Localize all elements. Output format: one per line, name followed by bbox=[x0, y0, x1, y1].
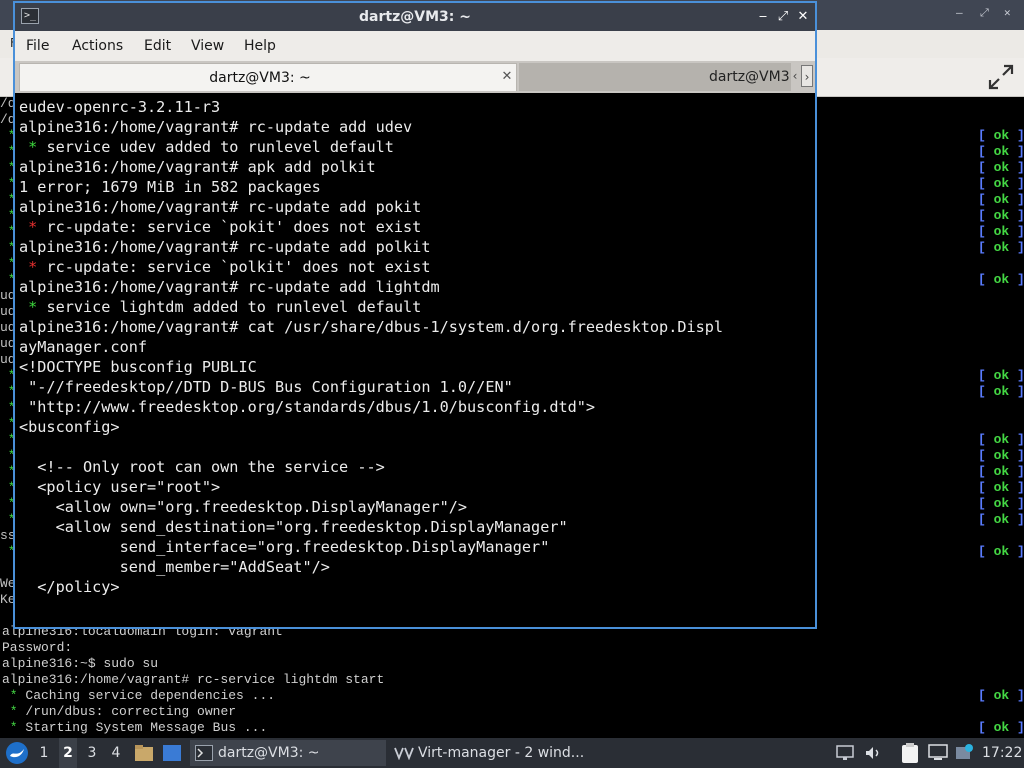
volume-icon[interactable] bbox=[864, 744, 882, 762]
workspace-3[interactable]: 3 bbox=[83, 738, 101, 768]
tab-label: dartz@VM3: ~ bbox=[209, 70, 311, 86]
terminal-line: alpine316:/home/vagrant# apk add polkit bbox=[19, 158, 376, 176]
console-minimize-button[interactable]: ‒ bbox=[956, 6, 963, 19]
menu-actions[interactable]: Actions bbox=[69, 31, 126, 61]
maximize-button[interactable]: ⤢ bbox=[773, 3, 793, 31]
task-virt-manager[interactable]: Virt-manager - 2 wind... bbox=[392, 740, 592, 766]
terminal-line: ayManager.conf bbox=[19, 338, 148, 356]
menu-edit[interactable]: Edit bbox=[141, 31, 174, 61]
ok-status: [ ok ] bbox=[978, 480, 1024, 495]
menu-help[interactable]: Help bbox=[241, 31, 279, 61]
show-desktop-icon[interactable] bbox=[162, 743, 182, 763]
ok-status: [ ok ] bbox=[978, 544, 1024, 559]
workspace-4[interactable]: 4 bbox=[107, 738, 125, 768]
tab-label: dartz@VM3: ~ bbox=[709, 69, 791, 85]
ok-status: [ ok ] bbox=[978, 384, 1024, 399]
terminal-line: send_member="AddSeat"/> bbox=[19, 558, 330, 576]
terminal-line: <allow own="org.freedesktop.DisplayManag… bbox=[19, 498, 468, 516]
ok-status: [ ok ] bbox=[978, 368, 1024, 383]
workspace-1[interactable]: 1 bbox=[35, 738, 53, 768]
terminal-line: * service udev added to runlevel default bbox=[19, 138, 394, 156]
terminal-line: "-//freedesktop//DTD D-BUS Bus Configura… bbox=[19, 378, 513, 396]
ok-status: [ ok ] bbox=[978, 224, 1024, 239]
tab-close-icon[interactable]: ✕ bbox=[498, 68, 516, 86]
console-line: * Caching service dependencies ... bbox=[2, 688, 276, 703]
task-label: Virt-manager - 2 wind... bbox=[418, 745, 585, 761]
workspace-2[interactable]: 2 bbox=[59, 738, 77, 768]
ok-status: [ ok ] bbox=[978, 272, 1024, 287]
ok-status: [ ok ] bbox=[978, 464, 1024, 479]
ok-status: [ ok ] bbox=[978, 496, 1024, 511]
ok-status: [ ok ] bbox=[978, 720, 1024, 735]
update-notifier-icon[interactable] bbox=[954, 743, 974, 763]
clipboard-icon[interactable] bbox=[900, 742, 920, 764]
ok-status: [ ok ] bbox=[978, 192, 1024, 207]
terminal-output[interactable]: eudev-openrc-3.2.11-r3 alpine316:/home/va… bbox=[15, 95, 815, 627]
task-label: dartz@VM3: ~ bbox=[218, 745, 320, 761]
terminal-window[interactable]: >_ dartz@VM3: ~ ‒ ⤢ ✕ File Actions Edit … bbox=[13, 1, 817, 629]
terminal-line: * rc-update: service `polkit' does not e… bbox=[19, 258, 431, 276]
terminal-line: send_interface="org.freedesktop.DisplayM… bbox=[19, 538, 550, 556]
taskbar: 1 2 3 4 dartz@VM3: ~ Virt-manager - 2 wi… bbox=[0, 738, 1024, 768]
terminal-line: eudev-openrc-3.2.11-r3 bbox=[19, 98, 221, 116]
console-line: Password: bbox=[2, 640, 73, 655]
terminal-line: </policy> bbox=[19, 578, 120, 596]
task-terminal[interactable]: dartz@VM3: ~ bbox=[190, 740, 386, 766]
ok-status: [ ok ] bbox=[978, 160, 1024, 175]
display-icon[interactable] bbox=[928, 744, 948, 762]
console-close-button[interactable]: ✕ bbox=[1004, 6, 1011, 19]
terminal-line: 1 error; 1679 MiB in 582 packages bbox=[19, 178, 321, 196]
ok-status: [ ok ] bbox=[978, 512, 1024, 527]
terminal-line: * service lightdm added to runlevel defa… bbox=[19, 298, 422, 316]
terminal-line: <!DOCTYPE busconfig PUBLIC bbox=[19, 358, 257, 376]
fullscreen-icon[interactable] bbox=[986, 62, 1016, 92]
tab-active[interactable]: dartz@VM3: ~ ✕ bbox=[19, 63, 517, 91]
minimize-button[interactable]: ‒ bbox=[753, 3, 773, 31]
terminal-line: <!-- Only root can own the service --> bbox=[19, 458, 385, 476]
terminal-line: <allow send_destination="org.freedesktop… bbox=[19, 518, 568, 536]
menu-view[interactable]: View bbox=[188, 31, 227, 61]
tab-scroll-left-button[interactable]: ‹ bbox=[789, 65, 801, 87]
console-line: alpine316:~$ sudo su bbox=[2, 656, 159, 671]
terminal-line: * rc-update: service `pokit' does not ex… bbox=[19, 218, 422, 236]
terminal-line: alpine316:/home/vagrant# rc-update add p… bbox=[19, 198, 422, 216]
ok-status: [ ok ] bbox=[978, 688, 1024, 703]
terminal-line: alpine316:/home/vagrant# rc-update add u… bbox=[19, 118, 413, 136]
clock[interactable]: 17:22 bbox=[982, 738, 1022, 768]
file-manager-icon[interactable] bbox=[134, 743, 154, 763]
network-icon[interactable] bbox=[836, 744, 854, 762]
window-title: dartz@VM3: ~ bbox=[359, 9, 471, 25]
start-menu-icon[interactable] bbox=[5, 741, 29, 765]
terminal-line: <policy user="root"> bbox=[19, 478, 221, 496]
console-line: * /run/dbus: correcting owner bbox=[2, 704, 237, 719]
ok-status: [ ok ] bbox=[978, 144, 1024, 159]
console-line: * Starting System Message Bus ... bbox=[2, 720, 268, 735]
console-maximize-button[interactable]: ⤢ bbox=[980, 6, 989, 20]
ok-status: [ ok ] bbox=[978, 176, 1024, 191]
console-line: alpine316:/home/vagrant# rc-service ligh… bbox=[2, 672, 385, 687]
terminal-line: alpine316:/home/vagrant# rc-update add l… bbox=[19, 278, 440, 296]
ok-status: [ ok ] bbox=[978, 448, 1024, 463]
terminal-line: <busconfig> bbox=[19, 418, 120, 436]
terminal-line: alpine316:/home/vagrant# rc-update add p… bbox=[19, 238, 431, 256]
ok-status: [ ok ] bbox=[978, 432, 1024, 447]
terminal-titlebar[interactable]: >_ dartz@VM3: ~ ‒ ⤢ ✕ bbox=[15, 3, 815, 31]
terminal-icon bbox=[195, 745, 213, 761]
ok-status: [ ok ] bbox=[978, 208, 1024, 223]
tab-inactive[interactable]: dartz@VM3: ~ bbox=[519, 63, 791, 91]
virt-manager-icon bbox=[394, 747, 414, 760]
tab-scroll-right-button[interactable]: › bbox=[801, 65, 813, 87]
menu-file[interactable]: File bbox=[23, 31, 52, 61]
terminal-line: alpine316:/home/vagrant# cat /usr/share/… bbox=[19, 318, 724, 336]
terminal-line: "http://www.freedesktop.org/standards/db… bbox=[19, 398, 596, 416]
tab-bar: dartz@VM3: ~ ✕ dartz@VM3: ~ ‹ › bbox=[15, 61, 815, 93]
close-button[interactable]: ✕ bbox=[793, 3, 813, 31]
terminal-menubar: File Actions Edit View Help bbox=[15, 31, 815, 61]
ok-status: [ ok ] bbox=[978, 240, 1024, 255]
ok-status: [ ok ] bbox=[978, 128, 1024, 143]
